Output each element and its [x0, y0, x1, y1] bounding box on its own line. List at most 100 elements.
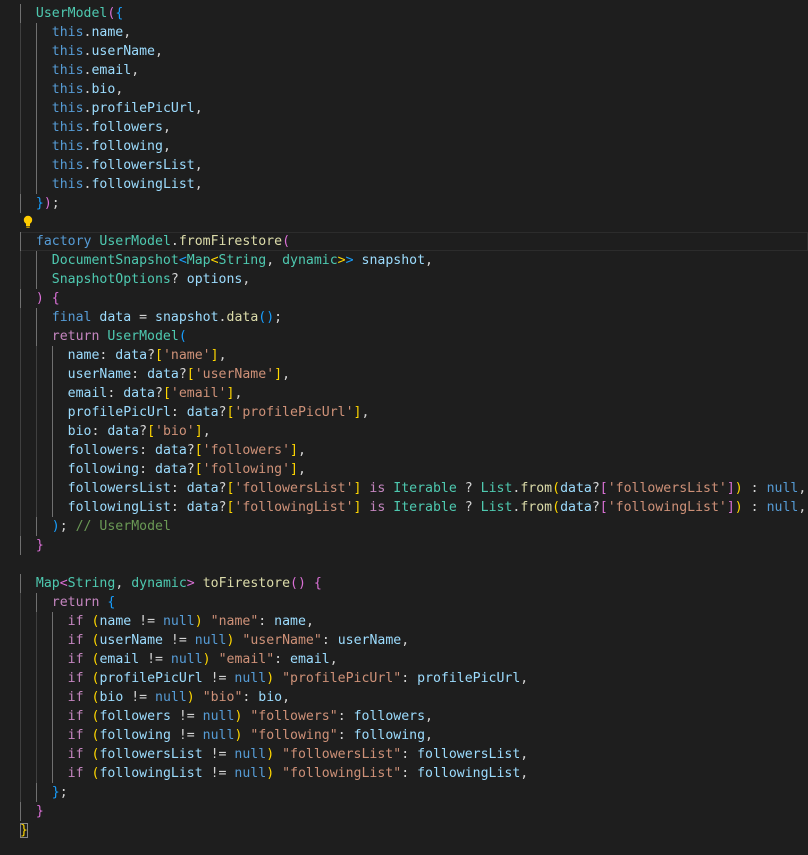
code-token: ? — [170, 272, 187, 287]
code-line[interactable]: userName: data?['userName'], — [20, 365, 808, 384]
code-line[interactable]: followers: data?['followers'], — [20, 441, 808, 460]
code-editor[interactable]: UserModel({ this.name, this.userName, th… — [0, 0, 808, 855]
code-line[interactable]: Map<String, dynamic> toFirestore() { — [20, 574, 808, 593]
code-line[interactable]: UserModel({ — [20, 4, 808, 23]
code-line[interactable] — [20, 555, 808, 574]
code-line[interactable]: email: data?['email'], — [20, 384, 808, 403]
code-line[interactable]: if (profilePicUrl != null) "profilePicUr… — [20, 669, 808, 688]
code-line[interactable]: following: data?['following'], — [20, 460, 808, 479]
code-token: ] — [194, 424, 203, 439]
code-line[interactable]: bio: data?['bio'], — [20, 422, 808, 441]
code-line[interactable]: followingList: data?['followingList'] is… — [20, 498, 808, 517]
code-line[interactable]: this.name, — [20, 23, 808, 42]
code-line[interactable]: return { — [20, 593, 808, 612]
code-line[interactable]: if (bio != null) "bio": bio, — [20, 688, 808, 707]
code-line[interactable]: if (followersList != null) "followersLis… — [20, 745, 808, 764]
code-token: ( — [282, 234, 291, 249]
code-token: this — [51, 177, 84, 192]
code-line[interactable]: if (followingList != null) "followingLis… — [20, 764, 808, 783]
code-line[interactable]: factory UserModel.fromFirestore( — [20, 232, 808, 251]
code-token: dynamic — [131, 576, 187, 591]
code-token: if — [67, 766, 84, 781]
code-line[interactable] — [20, 213, 808, 232]
code-line[interactable]: this.email, — [20, 61, 808, 80]
code-line[interactable]: final data = snapshot.data(); — [20, 308, 808, 327]
code-token: data — [123, 386, 155, 401]
code-token: } — [51, 785, 60, 800]
code-token: 'following' — [202, 462, 291, 477]
code-token: data — [560, 500, 592, 515]
code-token: String — [67, 576, 116, 591]
code-token: is — [369, 500, 386, 515]
code-line[interactable]: name: data?['name'], — [20, 346, 808, 365]
code-line[interactable]: if (userName != null) "userName": userNa… — [20, 631, 808, 650]
code-token: following — [99, 728, 171, 743]
code-token: List — [480, 500, 513, 515]
code-token: from — [520, 481, 553, 496]
code-line[interactable]: this.bio, — [20, 80, 808, 99]
code-token: : — [107, 386, 124, 401]
code-line[interactable]: } — [20, 802, 808, 821]
code-token: null — [202, 709, 235, 724]
code-token: String — [218, 253, 267, 268]
code-token: data — [560, 481, 592, 496]
code-token: ) — [734, 500, 743, 515]
code-token: userName — [99, 633, 163, 648]
code-token: null — [766, 500, 799, 515]
code-token: , — [202, 424, 211, 439]
code-token: != — [162, 633, 195, 648]
code-token: this — [51, 44, 84, 59]
code-token: , — [425, 709, 433, 724]
code-token: : — [139, 443, 155, 458]
code-line[interactable]: this.followersList, — [20, 156, 808, 175]
code-line[interactable]: SnapshotOptions? options, — [20, 270, 808, 289]
code-token: bio — [99, 690, 124, 705]
code-line[interactable]: return UserModel( — [20, 327, 808, 346]
code-token: null — [234, 747, 267, 762]
code-line[interactable]: if (email != null) "email": email, — [20, 650, 808, 669]
code-token: bio — [258, 690, 283, 705]
code-token: > — [186, 576, 195, 591]
code-line[interactable]: if (name != null) "name": name, — [20, 612, 808, 631]
code-line[interactable]: ); // UserModel — [20, 517, 808, 536]
code-token: Iterable — [393, 500, 457, 515]
code-line[interactable]: followersList: data?['followersList'] is… — [20, 479, 808, 498]
code-line[interactable]: profilePicUrl: data?['profilePicUrl'], — [20, 403, 808, 422]
code-token: : — [91, 424, 108, 439]
code-token: return — [51, 329, 100, 344]
code-area[interactable]: UserModel({ this.name, this.userName, th… — [20, 4, 808, 840]
code-line[interactable]: this.userName, — [20, 42, 808, 61]
code-line[interactable]: this.following, — [20, 137, 808, 156]
code-line[interactable]: DocumentSnapshot<Map<String, dynamic>> s… — [20, 251, 808, 270]
code-token: 'followersList' — [607, 481, 727, 496]
code-token: null — [234, 766, 267, 781]
code-line[interactable]: } — [20, 821, 808, 840]
code-line[interactable]: } — [20, 536, 808, 555]
code-token: DocumentSnapshot — [51, 253, 179, 268]
code-line[interactable]: }; — [20, 783, 808, 802]
code-token: : — [337, 728, 354, 743]
lightbulb-icon[interactable] — [23, 215, 33, 229]
code-token: , — [115, 576, 132, 591]
code-line[interactable]: this.profilePicUrl, — [20, 99, 808, 118]
code-token: UserModel — [107, 329, 179, 344]
code-line[interactable]: ) { — [20, 289, 808, 308]
code-token: followersList — [99, 747, 203, 762]
code-token: : — [401, 766, 418, 781]
code-line[interactable]: this.followers, — [20, 118, 808, 137]
code-token: is — [369, 481, 386, 496]
code-line[interactable]: this.followingList, — [20, 175, 808, 194]
code-line[interactable]: if (followers != null) "followers": foll… — [20, 707, 808, 726]
code-line[interactable]: if (following != null) "following": foll… — [20, 726, 808, 745]
code-line[interactable]: }); — [20, 194, 808, 213]
